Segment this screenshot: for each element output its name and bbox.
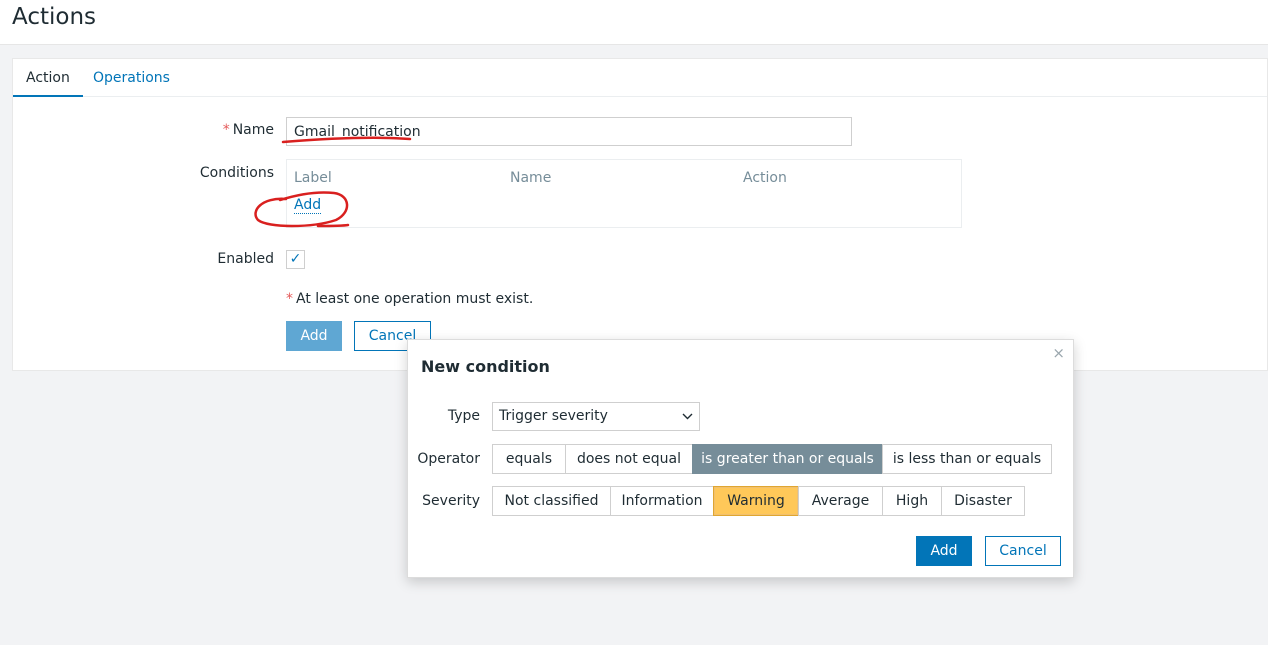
severity-segmented-control: Not classified Information Warning Avera… — [492, 486, 1025, 516]
conditions-header-name: Name — [510, 170, 552, 186]
conditions-add-link[interactable]: Add — [294, 197, 322, 214]
add-button[interactable]: Add — [286, 321, 342, 351]
enabled-checkbox[interactable]: ✓ — [286, 250, 305, 269]
severity-average[interactable]: Average — [798, 486, 883, 516]
operator-segmented-control: equals does not equal is greater than or… — [492, 444, 1052, 474]
operation-note-text: At least one operation must exist. — [296, 291, 534, 307]
name-label-text: Name — [232, 122, 274, 138]
operation-required-note: * At least one operation must exist. — [286, 291, 533, 307]
chevron-down-icon — [682, 403, 693, 440]
conditions-header-label: Label — [294, 170, 332, 186]
operator-less-or-equal[interactable]: is less than or equals — [882, 444, 1052, 474]
dialog-cancel-button[interactable]: Cancel — [985, 536, 1061, 566]
tab-action[interactable]: Action — [13, 59, 83, 97]
tab-operations[interactable]: Operations — [80, 59, 183, 97]
close-icon[interactable]: × — [1052, 344, 1065, 362]
required-mark: * — [286, 291, 293, 307]
tab-bar: Action Operations — [13, 59, 1267, 97]
operator-label: Operator — [417, 451, 480, 467]
severity-disaster[interactable]: Disaster — [941, 486, 1025, 516]
checkmark-icon: ✓ — [289, 251, 302, 267]
action-form-panel: Action Operations *Name Conditions Label… — [12, 58, 1268, 371]
name-label: * Name — [13, 122, 274, 138]
required-mark: * — [222, 122, 230, 138]
operator-greater-or-equal[interactable]: is greater than or equals — [692, 444, 883, 474]
conditions-header-action: Action — [743, 170, 787, 186]
type-label: Type — [447, 408, 480, 424]
new-condition-dialog: New condition × Type Trigger severity Op… — [407, 339, 1074, 578]
conditions-label: Conditions — [199, 165, 274, 181]
dialog-add-button[interactable]: Add — [916, 536, 972, 566]
type-select-value: Trigger severity — [499, 408, 608, 424]
name-input[interactable] — [286, 117, 852, 146]
severity-warning[interactable]: Warning — [713, 486, 799, 516]
dialog-title: New condition — [421, 357, 550, 376]
type-select[interactable]: Trigger severity — [492, 402, 700, 431]
conditions-table: Label Name Action Add — [286, 159, 962, 228]
page-title: Actions — [0, 0, 1268, 45]
severity-high[interactable]: High — [882, 486, 942, 516]
operator-does-not-equal[interactable]: does not equal — [565, 444, 693, 474]
enabled-label: Enabled — [217, 251, 274, 267]
severity-not-classified[interactable]: Not classified — [492, 486, 611, 516]
severity-information[interactable]: Information — [610, 486, 714, 516]
severity-label: Severity — [422, 493, 480, 509]
operator-equals[interactable]: equals — [492, 444, 566, 474]
